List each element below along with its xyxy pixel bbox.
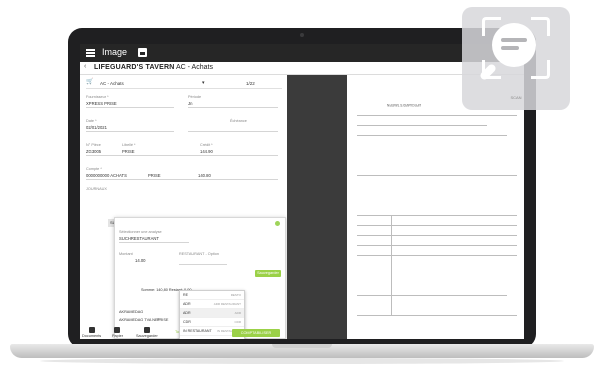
compte-amount[interactable]: 140.80: [198, 173, 211, 178]
analysis-underline: [119, 242, 189, 243]
camera-dot: [300, 33, 304, 37]
periode-field[interactable]: Jn: [188, 101, 192, 106]
periode-label: Période: [188, 95, 202, 99]
trash-icon: [114, 327, 121, 333]
option-label: RESTAURANT - Option: [179, 252, 219, 256]
option-underline: [179, 264, 227, 265]
piece-underline: [86, 155, 278, 156]
save-icon: [143, 327, 150, 333]
app-title: Image: [102, 47, 128, 57]
comptabiliser-button[interactable]: COMPTABILISER: [232, 329, 280, 337]
category-row[interactable]: 🛒 AC - Achats ▾ 1/22: [86, 78, 282, 89]
compte-label: Compte *: [86, 167, 102, 171]
fournisseur-label: Fournisseur *: [86, 95, 109, 99]
analysis-field-label: Sélectionner une analyse: [119, 230, 162, 234]
montant-label: Montant: [119, 252, 133, 256]
date-field[interactable]: 02/01/2021: [86, 125, 107, 130]
papier-button[interactable]: Papier: [112, 327, 123, 338]
breadcrumb-separator: >: [168, 64, 173, 71]
analysis-row-2-value: PRISE: [157, 318, 169, 322]
fournisseur-underline: [86, 107, 174, 108]
document-icon: [88, 327, 95, 333]
option-item-selected[interactable]: ADR ADR: [180, 309, 244, 318]
date-underline: [86, 131, 174, 132]
scanned-receipt: LIFEGUARD'S TAVERN: [347, 75, 524, 339]
pager[interactable]: 1/22: [246, 81, 255, 86]
breadcrumb-vendor[interactable]: LIFEGUARD'S TAVERN: [94, 64, 174, 71]
echeance-label: Échéance: [230, 119, 247, 123]
documents-button[interactable]: Documents: [82, 327, 101, 338]
compte-underline: [86, 179, 278, 180]
breadcrumb: ‹ LIFEGUARD'S TAVERN > AC - Achats: [80, 62, 524, 75]
laptop-shadow: [40, 358, 564, 364]
journal-label: JOURNAUX: [86, 187, 107, 191]
credit-field[interactable]: 144.90: [200, 149, 213, 154]
menu-icon[interactable]: [86, 49, 95, 57]
sauvegarder-button[interactable]: Sauvegarder: [136, 327, 158, 338]
scan-label: SCAN: [510, 95, 522, 100]
credit-label: Crédit *: [200, 143, 213, 147]
scan-search-badge: SCAN: [462, 7, 570, 110]
document-viewer[interactable]: LIFEGUARD'S TAVERN: [287, 75, 524, 339]
libelle-field[interactable]: PRISE: [122, 149, 135, 154]
image-icon: [138, 48, 147, 57]
analysis-row-2[interactable]: AKRAMEDAG TVA NET: [119, 318, 160, 322]
option-item[interactable]: CDR CDR: [180, 318, 244, 327]
back-icon[interactable]: ‹: [84, 63, 86, 70]
date-label: Date *: [86, 119, 97, 123]
top-bar: Image: [80, 44, 524, 62]
echeance-underline: [188, 131, 278, 132]
option-item[interactable]: ADR ADR RESTAURANT: [180, 300, 244, 309]
text-lines-icon: [501, 38, 527, 54]
cart-icon: 🛒: [86, 79, 94, 85]
fournisseur-field[interactable]: XPRESS PRISE: [86, 101, 117, 106]
periode-underline: [188, 107, 278, 108]
chevron-down-icon[interactable]: ▾: [202, 80, 205, 86]
option-item[interactable]: RE RESTO: [180, 291, 244, 300]
compte-field[interactable]: 0000000000 ACHATS: [86, 173, 127, 178]
category-value: AC - Achats: [100, 81, 124, 86]
save-button[interactable]: Sauvegarder: [255, 270, 281, 277]
compte-libelle[interactable]: PRISE: [148, 173, 161, 178]
status-dot-icon: [275, 221, 280, 226]
breadcrumb-section: AC - Achats: [176, 64, 213, 71]
montant-field[interactable]: 14.00: [135, 258, 145, 263]
piece-label: N° Pièce: [86, 143, 101, 147]
bottom-toolbar: Documents Papier Sauvegarder COMPTABILIS…: [80, 327, 287, 339]
piece-field[interactable]: ZG3005: [86, 149, 101, 154]
libelle-label: Libellé *: [122, 143, 136, 147]
screen: Image ‹ LIFEGUARD'S TAVERN > AC - Achats…: [80, 44, 524, 339]
analysis-field[interactable]: SUCHRESTAURANT: [119, 236, 159, 241]
analysis-row-1[interactable]: AKRAMEDAG: [119, 310, 143, 314]
laptop-base: [10, 344, 594, 358]
